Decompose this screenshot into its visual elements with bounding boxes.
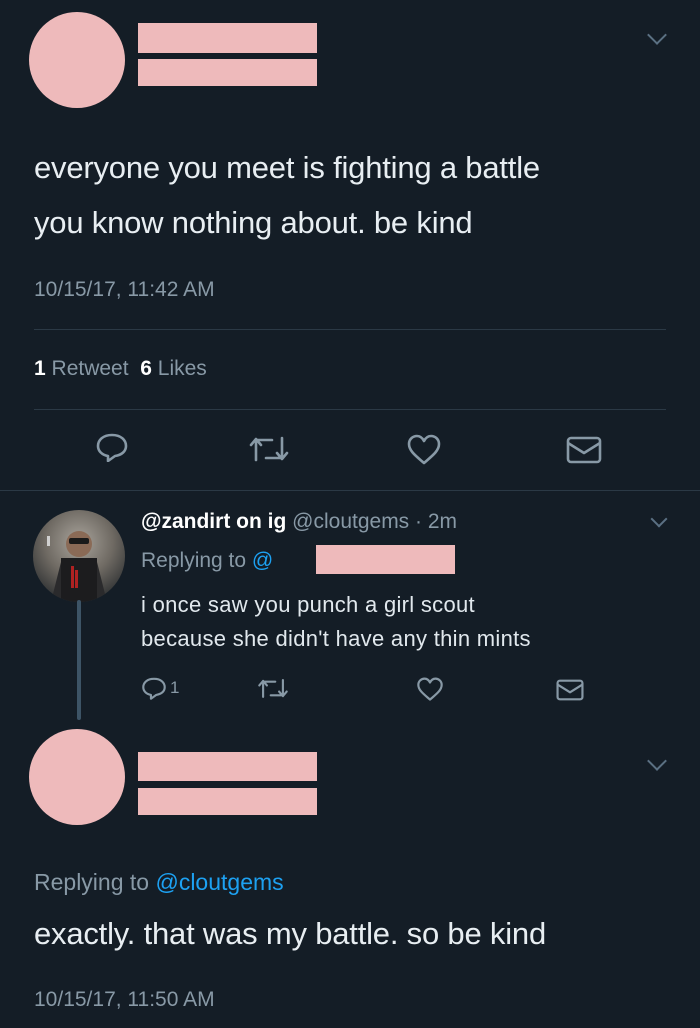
tweet-text-line-2: you know nothing about. be kind: [34, 205, 473, 240]
tweet2-replying-to: Replying to @cloutgems: [34, 869, 284, 896]
reply-button[interactable]: 1: [141, 676, 179, 700]
author-handle-redacted: [138, 59, 317, 86]
retweet-icon: [258, 679, 288, 698]
envelope-icon: [566, 436, 602, 464]
retweet-icon: [249, 436, 289, 462]
divider: [0, 490, 700, 491]
like-count: 6: [140, 357, 152, 380]
like-button[interactable]: [406, 434, 442, 471]
reply-header: @zandirt on ig @cloutgems · 2m: [141, 510, 457, 534]
heart-icon: [417, 677, 443, 701]
author-handle-redacted: [138, 788, 317, 815]
like-stat[interactable]: 6 Likes: [140, 357, 207, 380]
retweet-button[interactable]: [248, 434, 290, 469]
tweet-text-line-1: everyone you meet is fighting a battle: [34, 150, 540, 185]
heart-icon: [407, 434, 441, 465]
reply-button[interactable]: [95, 432, 129, 467]
tweet2-text: exactly. that was my battle. so be kind: [34, 916, 546, 951]
divider: [34, 409, 666, 410]
tweet-timestamp: 10/15/17, 11:42 AM: [34, 278, 215, 301]
retweet-button[interactable]: [257, 677, 289, 705]
replying-to-handle-redacted: [316, 545, 455, 574]
tweet2-timestamp: 10/15/17, 11:50 AM: [34, 988, 215, 1011]
replying-to-handle[interactable]: @cloutgems: [155, 869, 283, 895]
replying-to-label: Replying to: [141, 549, 247, 572]
retweet-count: 1: [34, 357, 46, 380]
direct-message-button[interactable]: [566, 436, 602, 469]
divider: [34, 329, 666, 330]
author-avatar-redacted[interactable]: [29, 729, 125, 825]
author-name-redacted: [138, 752, 317, 781]
author-name-redacted: [138, 23, 317, 53]
reply-text-line-1: i once saw you punch a girl scout: [141, 592, 475, 617]
chevron-down-icon[interactable]: [647, 25, 667, 45]
reply-display-name[interactable]: @zandirt on ig: [141, 510, 286, 533]
chevron-down-icon[interactable]: [647, 751, 667, 771]
retweet-stat[interactable]: 1 Retweet: [34, 357, 129, 380]
envelope-icon: [556, 679, 584, 701]
retweet-label: Retweet: [51, 357, 129, 380]
reply-icon: [142, 677, 166, 700]
reply-replying-to: Replying to @: [141, 549, 273, 573]
replying-to-handle[interactable]: @: [252, 549, 273, 572]
reply-handle-time: @cloutgems · 2m: [292, 510, 458, 533]
reply-text-line-2: because she didn't have any thin mints: [141, 626, 531, 651]
like-button[interactable]: [416, 677, 444, 707]
reply-icon: [96, 433, 128, 463]
reply-author-avatar[interactable]: [33, 510, 125, 602]
chevron-down-icon[interactable]: [650, 510, 668, 528]
reply-count: 1: [170, 678, 180, 697]
thread-connector-line: [77, 600, 81, 720]
tweet-stats: 1 Retweet 6 Likes: [34, 357, 207, 381]
reply-text: i once saw you punch a girl scout becaus…: [141, 588, 531, 656]
like-label: Likes: [157, 357, 207, 380]
avatar-photo-icon: [47, 531, 107, 602]
replying-to-label: Replying to: [34, 869, 150, 895]
author-avatar-redacted[interactable]: [29, 12, 125, 108]
direct-message-button[interactable]: [556, 679, 584, 706]
